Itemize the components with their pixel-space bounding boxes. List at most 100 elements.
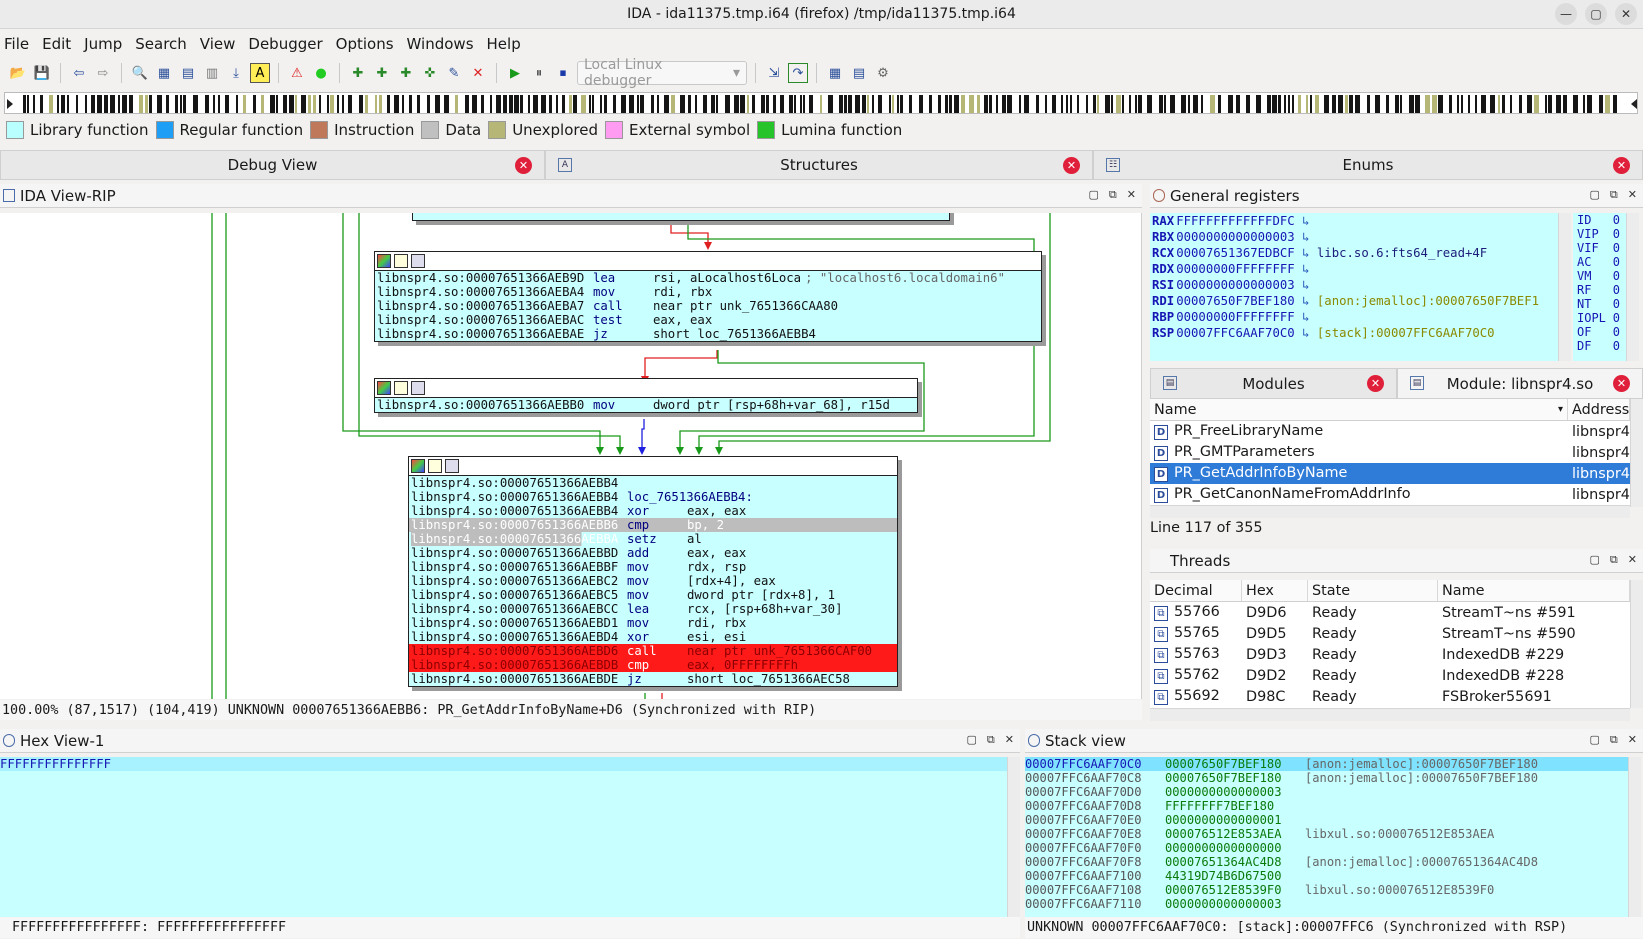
stack-row[interactable]: 00007FFC6AAF70E0 0000000000000001 <box>1025 813 1628 827</box>
disasm-line[interactable]: libnspr4.so:00007651366AEBBD add eax, eax <box>409 546 897 560</box>
stack-value[interactable]: 00007650F7BEF180 <box>1165 757 1305 771</box>
restore-icon[interactable]: ▢ <box>1089 188 1099 202</box>
jump-arrow-icon[interactable]: ↳ <box>1295 246 1317 260</box>
stack-row[interactable]: 00007FFC6AAF70E8 000076512E853AEA libxul.s… <box>1025 827 1628 841</box>
table-row[interactable]: ⧉ 55766 D9D6 Ready StreamT~ns #591 <box>1150 602 1630 623</box>
search-binary-icon[interactable]: ▦ <box>154 63 174 83</box>
flag-row[interactable]: RF 0 <box>1577 283 1626 297</box>
hex-scrollbar[interactable] <box>1007 757 1020 937</box>
stack-value[interactable]: 000076512E853AEA <box>1165 827 1305 841</box>
register-value[interactable]: 00000000FFFFFFFF <box>1176 262 1294 276</box>
register-value[interactable]: 00007FFC6AAF70C0 <box>1176 326 1294 340</box>
jump-arrow-icon[interactable]: ↳ <box>1295 262 1317 276</box>
menu-options[interactable]: Options <box>336 35 394 53</box>
flag-row[interactable]: VM 0 <box>1577 269 1626 283</box>
disasm-line[interactable]: libnspr4.so:00007651366AEBAE jz short loc_… <box>375 327 1041 341</box>
run-green-icon[interactable]: ● <box>311 63 331 83</box>
stack-row[interactable]: 00007FFC6AAF70C8 00007650F7BEF180 [anon:je… <box>1025 771 1628 785</box>
text-color-icon[interactable]: A <box>250 63 270 83</box>
stack-value[interactable]: 0000000000000001 <box>1165 813 1305 827</box>
jump-arrow-icon[interactable]: ↳ <box>1295 326 1317 340</box>
flag-row[interactable]: NT 0 <box>1577 297 1626 311</box>
close-icon[interactable]: ✕ <box>1613 157 1630 174</box>
warning-icon[interactable]: ⚠ <box>287 63 307 83</box>
float-icon[interactable]: ⧉ <box>1610 553 1618 567</box>
flag-row[interactable]: IOPL 0 <box>1577 311 1626 325</box>
stack-value[interactable]: 00007650F7BEF180 <box>1165 771 1305 785</box>
menu-search[interactable]: Search <box>135 35 187 53</box>
stack-value[interactable]: 0000000000000000 <box>1165 841 1305 855</box>
float-icon[interactable]: ⧉ <box>1610 733 1618 747</box>
disasm-line[interactable]: libnspr4.so:00007651366AEBC5 mov dword ptr… <box>409 588 897 602</box>
flag-row[interactable]: ID 0 <box>1577 213 1626 227</box>
close-icon[interactable]: ✕ <box>1367 375 1384 392</box>
register-value[interactable]: 0000000000000003 <box>1176 278 1294 292</box>
graph-node-current-block[interactable]: libnspr4.so:00007651366AEBB4 libnspr4.so:… <box>408 456 898 687</box>
threads-table[interactable]: Decimal Hex State Name ⧉ 55766 D9D6 Ready St… <box>1150 580 1630 708</box>
stack-value[interactable]: 44319D74B6D67500 <box>1165 869 1305 883</box>
menu-jump[interactable]: Jump <box>84 35 122 53</box>
jump-arrow-icon[interactable]: ↳ <box>1295 310 1317 324</box>
stack-row[interactable]: 00007FFC6AAF7108 000076512E8539F0 libxul.s… <box>1025 883 1628 897</box>
close-icon[interactable]: ✕ <box>1628 188 1637 202</box>
menu-debugger[interactable]: Debugger <box>248 35 322 53</box>
register-row[interactable]: RCX 00007651367EDBCF ↳ libc.so.6:fts64_re… <box>1152 245 1558 261</box>
flags-scrollbar[interactable] <box>1626 213 1639 361</box>
menu-help[interactable]: Help <box>487 35 521 53</box>
add-watch-icon[interactable]: ✚ <box>372 63 392 83</box>
close-icon[interactable]: ✕ <box>1628 733 1637 747</box>
graph-node-lea-block[interactable]: libnspr4.so:00007651366AEB9D lea rsi, aLoc… <box>374 251 1042 342</box>
jump-arrow-icon[interactable]: ↳ <box>1295 294 1317 308</box>
register-value[interactable]: FFFFFFFFFFFFFDFC <box>1176 214 1294 228</box>
column-hex[interactable]: Hex <box>1242 580 1308 601</box>
close-button[interactable]: ✕ <box>1615 3 1637 25</box>
register-row[interactable]: RDI 00007650F7BEF180 ↳ [anon:jemalloc]:00… <box>1152 293 1558 309</box>
menu-windows[interactable]: Windows <box>407 35 474 53</box>
disasm-line[interactable]: libnspr4.so:00007651366AEBB4 loc_7651366A… <box>409 490 897 504</box>
register-row[interactable]: RAX FFFFFFFFFFFFFDFC ↳ <box>1152 213 1558 229</box>
restore-icon[interactable]: ▢ <box>1590 733 1600 747</box>
hex-view-content[interactable]: FFFFFFFFFFFFFFF <box>0 757 1007 920</box>
threads-scrollbar[interactable] <box>1630 580 1643 708</box>
register-row[interactable]: RBP 00000000FFFFFFFF ↳ <box>1152 309 1558 325</box>
tab-debug-view[interactable]: Debug View ✕ <box>0 150 545 180</box>
stack-row[interactable]: 00007FFC6AAF7100 44319D74B6D67500 <box>1025 869 1628 883</box>
start-process-icon[interactable]: ▶ <box>505 63 525 83</box>
stack-row[interactable]: 00007FFC6AAF70F8 00007651364AC4D8 [anon:je… <box>1025 855 1628 869</box>
stack-row[interactable]: 00007FFC6AAF70C0 00007650F7BEF180 [anon:je… <box>1025 757 1628 771</box>
registers-scrollbar[interactable] <box>1558 213 1571 361</box>
flags-list[interactable]: ID 0 VIP 0 VIF 0 AC 0 VM 0 RF 0 NT 0 IOPL 0 OF 0 DF 0 <box>1573 213 1626 361</box>
graph-node-mov-block[interactable]: libnspr4.so:00007651366AEBB0 mov dword ptr… <box>374 378 918 413</box>
menu-file[interactable]: File <box>4 35 29 53</box>
debugger-select[interactable]: Local Linux debugger ▾ <box>577 57 747 89</box>
stack-value[interactable]: 000076512E8539F0 <box>1165 883 1305 897</box>
column-name[interactable]: Name ▾ <box>1150 399 1568 420</box>
table-row[interactable]: D PR_GetAddrInfoByName libnspr4 <box>1150 463 1630 484</box>
disassembly-graph[interactable]: libnspr4.so:00007651366AEB9D lea rsi, aLoc… <box>0 213 1142 699</box>
register-row[interactable]: RSI 0000000000000003 ↳ <box>1152 277 1558 293</box>
maximize-button[interactable]: ▢ <box>1585 3 1607 25</box>
register-value[interactable]: 00007651367EDBCF <box>1176 246 1294 260</box>
close-icon[interactable]: ✕ <box>1005 733 1014 747</box>
register-row[interactable]: RDX 00000000FFFFFFFF ↳ <box>1152 261 1558 277</box>
close-icon[interactable]: ✕ <box>1127 188 1136 202</box>
minimize-button[interactable]: — <box>1555 3 1577 25</box>
stack-row[interactable]: 00007FFC6AAF70F0 0000000000000000 <box>1025 841 1628 855</box>
flag-row[interactable]: OF 0 <box>1577 325 1626 339</box>
modules-scrollbar[interactable] <box>1630 399 1643 507</box>
threads-hscrollbar[interactable] <box>1150 708 1630 721</box>
disasm-line[interactable]: libnspr4.so:00007651366AEBBF mov rdx, rsp <box>409 560 897 574</box>
jump-arrow-icon[interactable]: ↳ <box>1295 230 1317 244</box>
back-icon[interactable]: ⇦ <box>69 63 89 83</box>
disasm-line[interactable]: libnspr4.so:00007651366AEBB0 mov dword ptr… <box>375 398 917 412</box>
navigation-band[interactable] <box>4 92 1638 114</box>
disasm-line[interactable]: libnspr4.so:00007651366AEBD4 xor esi, esi <box>409 630 897 644</box>
disasm-line[interactable]: libnspr4.so:00007651366AEBC2 mov [rdx+4], … <box>409 574 897 588</box>
disasm-line[interactable]: libnspr4.so:00007651366AEBB4 xor eax, eax <box>409 504 897 518</box>
debugger-options-icon[interactable]: ⚙ <box>873 63 893 83</box>
delete-breakpoint-icon[interactable]: ✕ <box>468 63 488 83</box>
stack-row[interactable]: 00007FFC6AAF70D8 FFFFFFFF7BEF180 <box>1025 799 1628 813</box>
disasm-line[interactable]: libnspr4.so:00007651366AEBDE jz short loc_… <box>409 672 897 686</box>
flag-row[interactable]: VIP 0 <box>1577 227 1626 241</box>
table-row[interactable]: ⧉ 55763 D9D3 Ready IndexedDB #229 <box>1150 644 1630 665</box>
